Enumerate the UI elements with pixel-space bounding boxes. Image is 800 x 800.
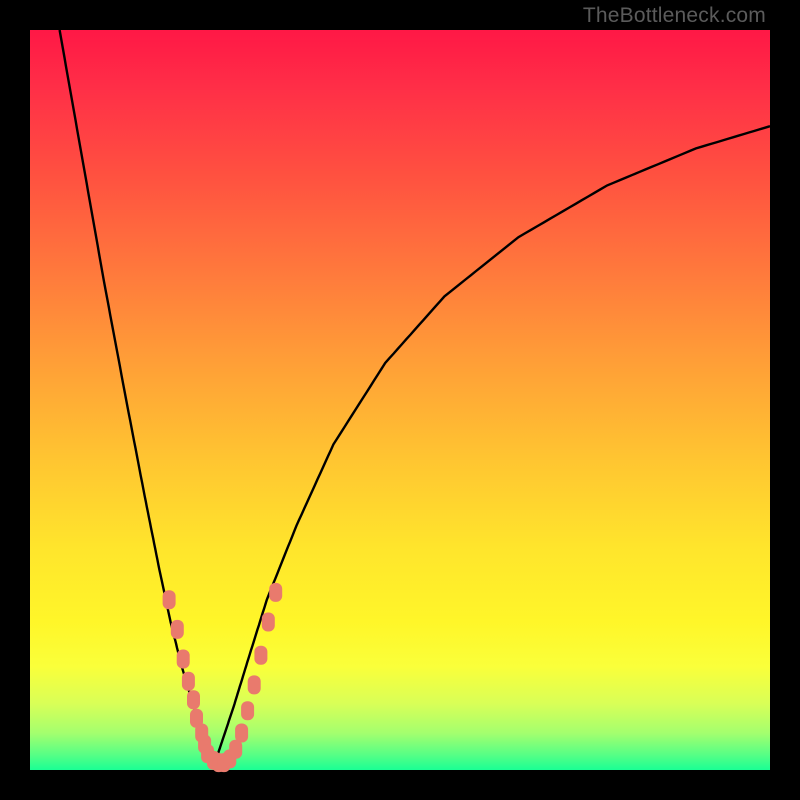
- data-marker: [229, 740, 242, 759]
- data-marker: [182, 672, 195, 691]
- data-marker: [235, 724, 248, 743]
- data-marker: [163, 590, 176, 609]
- watermark-text: TheBottleneck.com: [583, 4, 766, 28]
- chart-frame: TheBottleneck.com: [0, 0, 800, 800]
- data-marker: [262, 613, 275, 632]
- data-marker: [254, 646, 267, 665]
- data-marker: [177, 650, 190, 669]
- data-marker: [187, 690, 200, 709]
- plot-area: [30, 30, 770, 770]
- data-marker: [171, 620, 184, 639]
- bottleneck-curve: [60, 30, 770, 763]
- data-marker: [241, 701, 254, 720]
- curve-layer: [30, 30, 770, 770]
- data-marker: [269, 583, 282, 602]
- data-marker: [248, 675, 261, 694]
